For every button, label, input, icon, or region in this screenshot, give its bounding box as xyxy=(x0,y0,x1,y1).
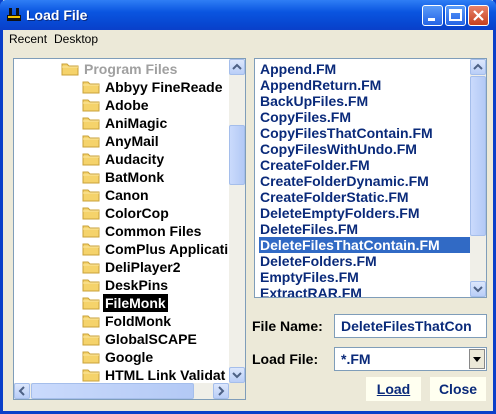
tree-item-label: GlobalSCAPE xyxy=(105,331,197,347)
folder-icon xyxy=(82,369,100,382)
app-icon xyxy=(7,8,21,21)
file-list-item[interactable]: CreateFolderStatic.FM xyxy=(259,189,470,205)
menu-recent[interactable]: Recent xyxy=(9,32,47,46)
tree-item-label: BatMonk xyxy=(105,169,165,185)
files-vertical-scrollbar[interactable] xyxy=(470,59,486,297)
file-list-item[interactable]: DeleteFiles.FM xyxy=(259,221,470,237)
tree-item-label: DeliPlayer2 xyxy=(105,259,181,275)
folder-icon xyxy=(82,225,100,238)
close-button-label: Close xyxy=(438,381,478,397)
tree-item-label: ComPlus Applicati xyxy=(105,241,229,257)
tree-item-label: AnyMail xyxy=(105,133,159,149)
tree-scroll-left-button[interactable] xyxy=(14,383,30,399)
folder-icon xyxy=(82,135,100,148)
file-list-item[interactable]: CreateFolder.FM xyxy=(259,157,470,173)
file-list-item[interactable]: CopyFilesThatContain.FM xyxy=(259,125,470,141)
chevron-up-icon xyxy=(473,63,483,70)
folder-icon xyxy=(82,333,100,346)
folder-icon xyxy=(82,315,100,328)
file-list-item[interactable]: ExtractRAR.FM xyxy=(259,285,470,297)
file-list[interactable]: Append.FM AppendReturn.FM BackUpFiles.FM Co… xyxy=(254,58,487,298)
chevron-down-icon xyxy=(473,286,483,293)
folder-icon xyxy=(82,297,100,310)
tree-scroll-up-button[interactable] xyxy=(229,59,245,75)
tree-item-label: Adobe xyxy=(105,97,149,113)
load-file-value: *.FM xyxy=(341,351,371,367)
dropdown-arrow-icon xyxy=(473,357,481,362)
file-list-item[interactable]: DeleteFolders.FM xyxy=(259,253,470,269)
menu-bar: Recent Desktop xyxy=(3,30,493,48)
chevron-left-icon xyxy=(18,386,25,396)
file-list-item[interactable]: BackUpFiles.FM xyxy=(259,93,470,109)
tree-item-label: AniMagic xyxy=(105,115,168,131)
file-list-item[interactable]: DeleteEmptyFolders.FM xyxy=(259,205,470,221)
folder-icon xyxy=(82,99,100,112)
tree-item-label: Common Files xyxy=(105,223,202,239)
folder-icon xyxy=(82,243,100,256)
files-scroll-thumb[interactable] xyxy=(470,76,486,236)
file-list-item[interactable]: DeleteFilesThatContain.FM xyxy=(258,236,471,254)
tree-item-label: Abbyy FineReade xyxy=(105,79,223,95)
tree-item-label: Canon xyxy=(105,187,149,203)
close-icon xyxy=(473,10,484,21)
minimize-button[interactable] xyxy=(422,5,443,26)
maximize-button[interactable] xyxy=(445,5,466,26)
folder-tree[interactable]: Program Files Abbyy FineReade Adobe AniMagi… xyxy=(13,58,246,400)
close-window-button[interactable] xyxy=(468,5,489,26)
tree-item-label: HTML Link Validat xyxy=(105,367,226,383)
file-name-label: File Name: xyxy=(252,318,323,334)
tree-item-label: Google xyxy=(105,349,154,365)
scrollbar-corner xyxy=(229,383,245,399)
title-bar[interactable]: Load File xyxy=(0,0,496,30)
window-title: Load File xyxy=(26,7,88,23)
maximize-icon xyxy=(449,9,462,21)
chevron-up-icon xyxy=(232,63,242,70)
menu-desktop[interactable]: Desktop xyxy=(54,32,98,46)
tree-horizontal-scrollbar[interactable] xyxy=(14,383,229,399)
load-button-label: Load xyxy=(376,381,411,397)
folder-icon xyxy=(82,81,100,94)
folder-icon xyxy=(82,261,100,274)
file-list-item[interactable]: AppendReturn.FM xyxy=(259,77,470,93)
tree-scroll-down-button[interactable] xyxy=(229,367,245,383)
file-list-item[interactable]: Append.FM xyxy=(259,61,470,77)
minimize-icon xyxy=(428,18,435,21)
tree-item-label: Program Files xyxy=(84,61,178,77)
load-file-label: Load File: xyxy=(252,351,319,367)
dropdown-button[interactable] xyxy=(469,349,485,369)
load-file-window: Load File Recent Desktop Program Files Ab… xyxy=(0,0,496,414)
folder-icon xyxy=(82,117,100,130)
tree-item-label: DeskPins xyxy=(105,277,169,293)
folder-icon xyxy=(82,189,100,202)
file-name-input[interactable]: DeleteFilesThatCon xyxy=(334,314,487,338)
chevron-down-icon xyxy=(232,372,242,379)
folder-icon xyxy=(82,279,100,292)
files-scroll-down-button[interactable] xyxy=(470,281,486,297)
tree-item-label: Audacity xyxy=(105,151,165,167)
tree-scroll-right-button[interactable] xyxy=(213,383,229,399)
folder-icon xyxy=(61,63,79,76)
load-button[interactable]: Load xyxy=(365,376,422,402)
folder-icon xyxy=(82,207,100,220)
load-file-select[interactable]: *.FM xyxy=(334,347,487,371)
file-list-item[interactable]: CopyFilesWithUndo.FM xyxy=(259,141,470,157)
file-list-item[interactable]: EmptyFiles.FM xyxy=(259,269,470,285)
tree-hscroll-thumb[interactable] xyxy=(31,383,194,399)
folder-icon xyxy=(82,153,100,166)
file-list-item[interactable]: CreateFolderDynamic.FM xyxy=(259,173,470,189)
file-list-item[interactable]: CopyFiles.FM xyxy=(259,109,470,125)
chevron-right-icon xyxy=(218,386,225,396)
tree-item-label: FoldMonk xyxy=(105,313,172,329)
tree-vertical-scrollbar[interactable] xyxy=(229,59,245,383)
tree-scroll-thumb[interactable] xyxy=(229,125,245,185)
tree-item-label: ColorCop xyxy=(105,205,169,221)
folder-icon xyxy=(82,351,100,364)
tree-item-label: FileMonk xyxy=(103,294,168,312)
close-button[interactable]: Close xyxy=(429,376,487,402)
folder-icon xyxy=(82,171,100,184)
files-scroll-up-button[interactable] xyxy=(470,59,486,75)
